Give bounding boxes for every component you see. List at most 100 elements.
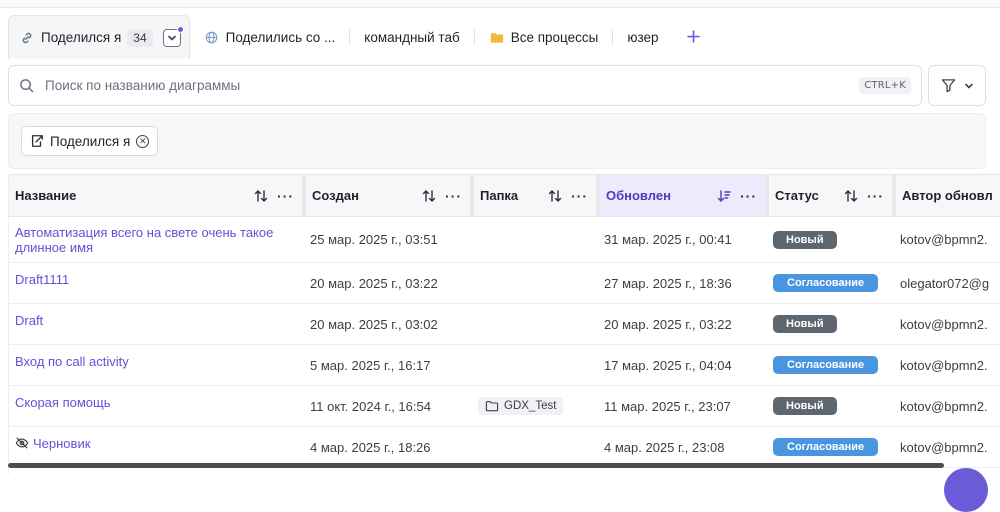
column-menu-icon[interactable]: ··· <box>277 188 294 204</box>
cell-name: Draft1111 <box>9 262 304 304</box>
column-header-folder[interactable]: Папка ··· <box>472 174 600 217</box>
cell-updated: 20 мар. 2025 г., 03:22 <box>598 303 767 345</box>
cell-updated: 31 мар. 2025 г., 00:41 <box>598 216 767 263</box>
cell-name: Черновик <box>9 426 304 468</box>
cell-status: Согласование <box>767 426 894 468</box>
column-header-name[interactable]: Название ··· <box>9 174 306 217</box>
table-row[interactable]: Draft 20 мар. 2025 г., 03:02 20 мар. 202… <box>9 303 1000 345</box>
status-badge: Новый <box>773 315 837 333</box>
tab-count-badge: 34 <box>127 28 153 47</box>
cell-name: Скорая помощь <box>9 385 304 427</box>
remove-filter-icon[interactable]: ✕ <box>136 134 150 148</box>
sort-icon[interactable] <box>421 188 437 204</box>
tab-all-processes[interactable]: Все процессы <box>475 17 613 57</box>
cell-folder <box>472 426 598 468</box>
cell-created: 20 мар. 2025 г., 03:22 <box>304 262 472 304</box>
notification-dot <box>176 25 184 33</box>
tab-user[interactable]: юзер <box>613 17 672 57</box>
globe-icon <box>204 29 220 45</box>
diagram-link[interactable]: Скорая помощь <box>15 395 110 410</box>
diagram-link[interactable]: Draft <box>15 313 43 328</box>
folder-name: GDX_Test <box>504 400 557 412</box>
cell-created: 4 мар. 2025 г., 18:26 <box>304 426 472 468</box>
table-row[interactable]: Автоматизация всего на свете очень такое… <box>9 216 1000 263</box>
column-title: Обновлен <box>606 188 671 203</box>
status-badge: Согласование <box>773 356 879 374</box>
column-title: Автор обновл <box>902 188 993 203</box>
column-menu-icon[interactable]: ··· <box>867 188 884 204</box>
tab-shared-with-me[interactable]: Поделились со ... <box>190 17 350 57</box>
tab-label: Поделился я <box>41 30 122 45</box>
status-badge: Согласование <box>773 274 879 292</box>
diagram-link[interactable]: Черновик <box>33 436 90 451</box>
cell-status: Согласование <box>767 262 894 304</box>
filter-chip-label: Поделился я <box>50 133 131 149</box>
column-menu-icon[interactable]: ··· <box>445 188 462 204</box>
diagram-link[interactable]: Вход по call activity <box>15 354 129 369</box>
cell-folder: GDX_Test <box>472 385 598 427</box>
sort-icon[interactable] <box>843 188 859 204</box>
filter-button[interactable] <box>928 65 986 106</box>
chevron-down-icon <box>964 83 973 88</box>
tab-label: юзер <box>627 29 659 45</box>
cell-author: kotov@bpmn2. <box>894 344 1000 386</box>
search-icon <box>19 78 35 94</box>
column-header-created[interactable]: Создан ··· <box>304 174 474 217</box>
tabs-bar: Поделился я 34 Поделились со ... командн… <box>8 15 1000 59</box>
cell-updated: 17 мар. 2025 г., 04:04 <box>598 344 767 386</box>
filter-icon <box>941 79 955 93</box>
cell-status: Новый <box>767 385 894 427</box>
plus-icon <box>686 29 700 43</box>
cell-created: 5 мар. 2025 г., 16:17 <box>304 344 472 386</box>
cell-author: olegator072@g <box>894 262 1000 304</box>
cell-created: 25 мар. 2025 г., 03:51 <box>304 216 472 263</box>
cell-author: kotov@bpmn2. <box>894 385 1000 427</box>
sort-icon[interactable] <box>547 188 563 204</box>
horizontal-scrollbar[interactable] <box>8 463 944 468</box>
column-title: Создан <box>312 188 359 203</box>
table-row[interactable]: Вход по call activity 5 мар. 2025 г., 16… <box>9 344 1000 386</box>
filter-chip-shared-by-me[interactable]: Поделился я ✕ <box>21 126 159 156</box>
column-header-author[interactable]: Автор обновл <box>894 174 1000 217</box>
table-row[interactable]: Draft1111 20 мар. 2025 г., 03:22 27 мар.… <box>9 262 1000 304</box>
cell-author: kotov@bpmn2. <box>894 303 1000 345</box>
cell-status: Новый <box>767 216 894 263</box>
search-input[interactable] <box>45 78 860 93</box>
tab-label: Поделились со ... <box>225 29 336 45</box>
column-title: Папка <box>480 188 519 203</box>
table-row[interactable]: Скорая помощь 11 окт. 2024 г., 16:54 GDX… <box>9 385 1000 427</box>
column-header-updated[interactable]: Обновлен ··· <box>598 174 769 217</box>
sort-desc-icon[interactable] <box>716 188 732 204</box>
cell-folder <box>472 344 598 386</box>
cell-updated: 11 мар. 2025 г., 23:07 <box>598 385 767 427</box>
cell-updated: 27 мар. 2025 г., 18:36 <box>598 262 767 304</box>
cell-status: Новый <box>767 303 894 345</box>
floating-action-button[interactable] <box>944 468 988 512</box>
cell-created: 11 окт. 2024 г., 16:54 <box>304 385 472 427</box>
share-out-icon <box>31 135 43 147</box>
column-header-status[interactable]: Статус ··· <box>767 174 896 217</box>
column-menu-icon[interactable]: ··· <box>571 188 588 204</box>
cell-folder <box>472 262 598 304</box>
column-menu-icon[interactable]: ··· <box>740 188 757 204</box>
folder-chip[interactable]: GDX_Test <box>478 397 564 415</box>
sort-icon[interactable] <box>253 188 269 204</box>
add-tab-button[interactable] <box>673 26 714 49</box>
column-title: Статус <box>775 188 819 203</box>
cell-author: kotov@bpmn2. <box>894 216 1000 263</box>
table-row[interactable]: Черновик 4 мар. 2025 г., 18:26 4 мар. 20… <box>9 426 1000 468</box>
cell-name: Автоматизация всего на свете очень такое… <box>9 216 304 263</box>
status-badge: Новый <box>773 397 837 415</box>
shortcut-hint: CTRL+K <box>859 77 911 94</box>
diagram-link[interactable]: Автоматизация всего на свете очень такое… <box>15 225 273 255</box>
tab-team[interactable]: командный таб <box>350 17 473 57</box>
column-title: Название <box>15 188 77 203</box>
cell-status: Согласование <box>767 344 894 386</box>
folder-outline-icon <box>485 401 499 412</box>
status-badge: Новый <box>773 230 837 249</box>
diagram-link[interactable]: Draft1111 <box>15 272 69 287</box>
folder-icon <box>489 29 505 45</box>
top-strip <box>0 0 1000 8</box>
tab-shared-by-me[interactable]: Поделился я 34 <box>8 15 190 59</box>
tab-dropdown-button[interactable] <box>162 25 184 47</box>
